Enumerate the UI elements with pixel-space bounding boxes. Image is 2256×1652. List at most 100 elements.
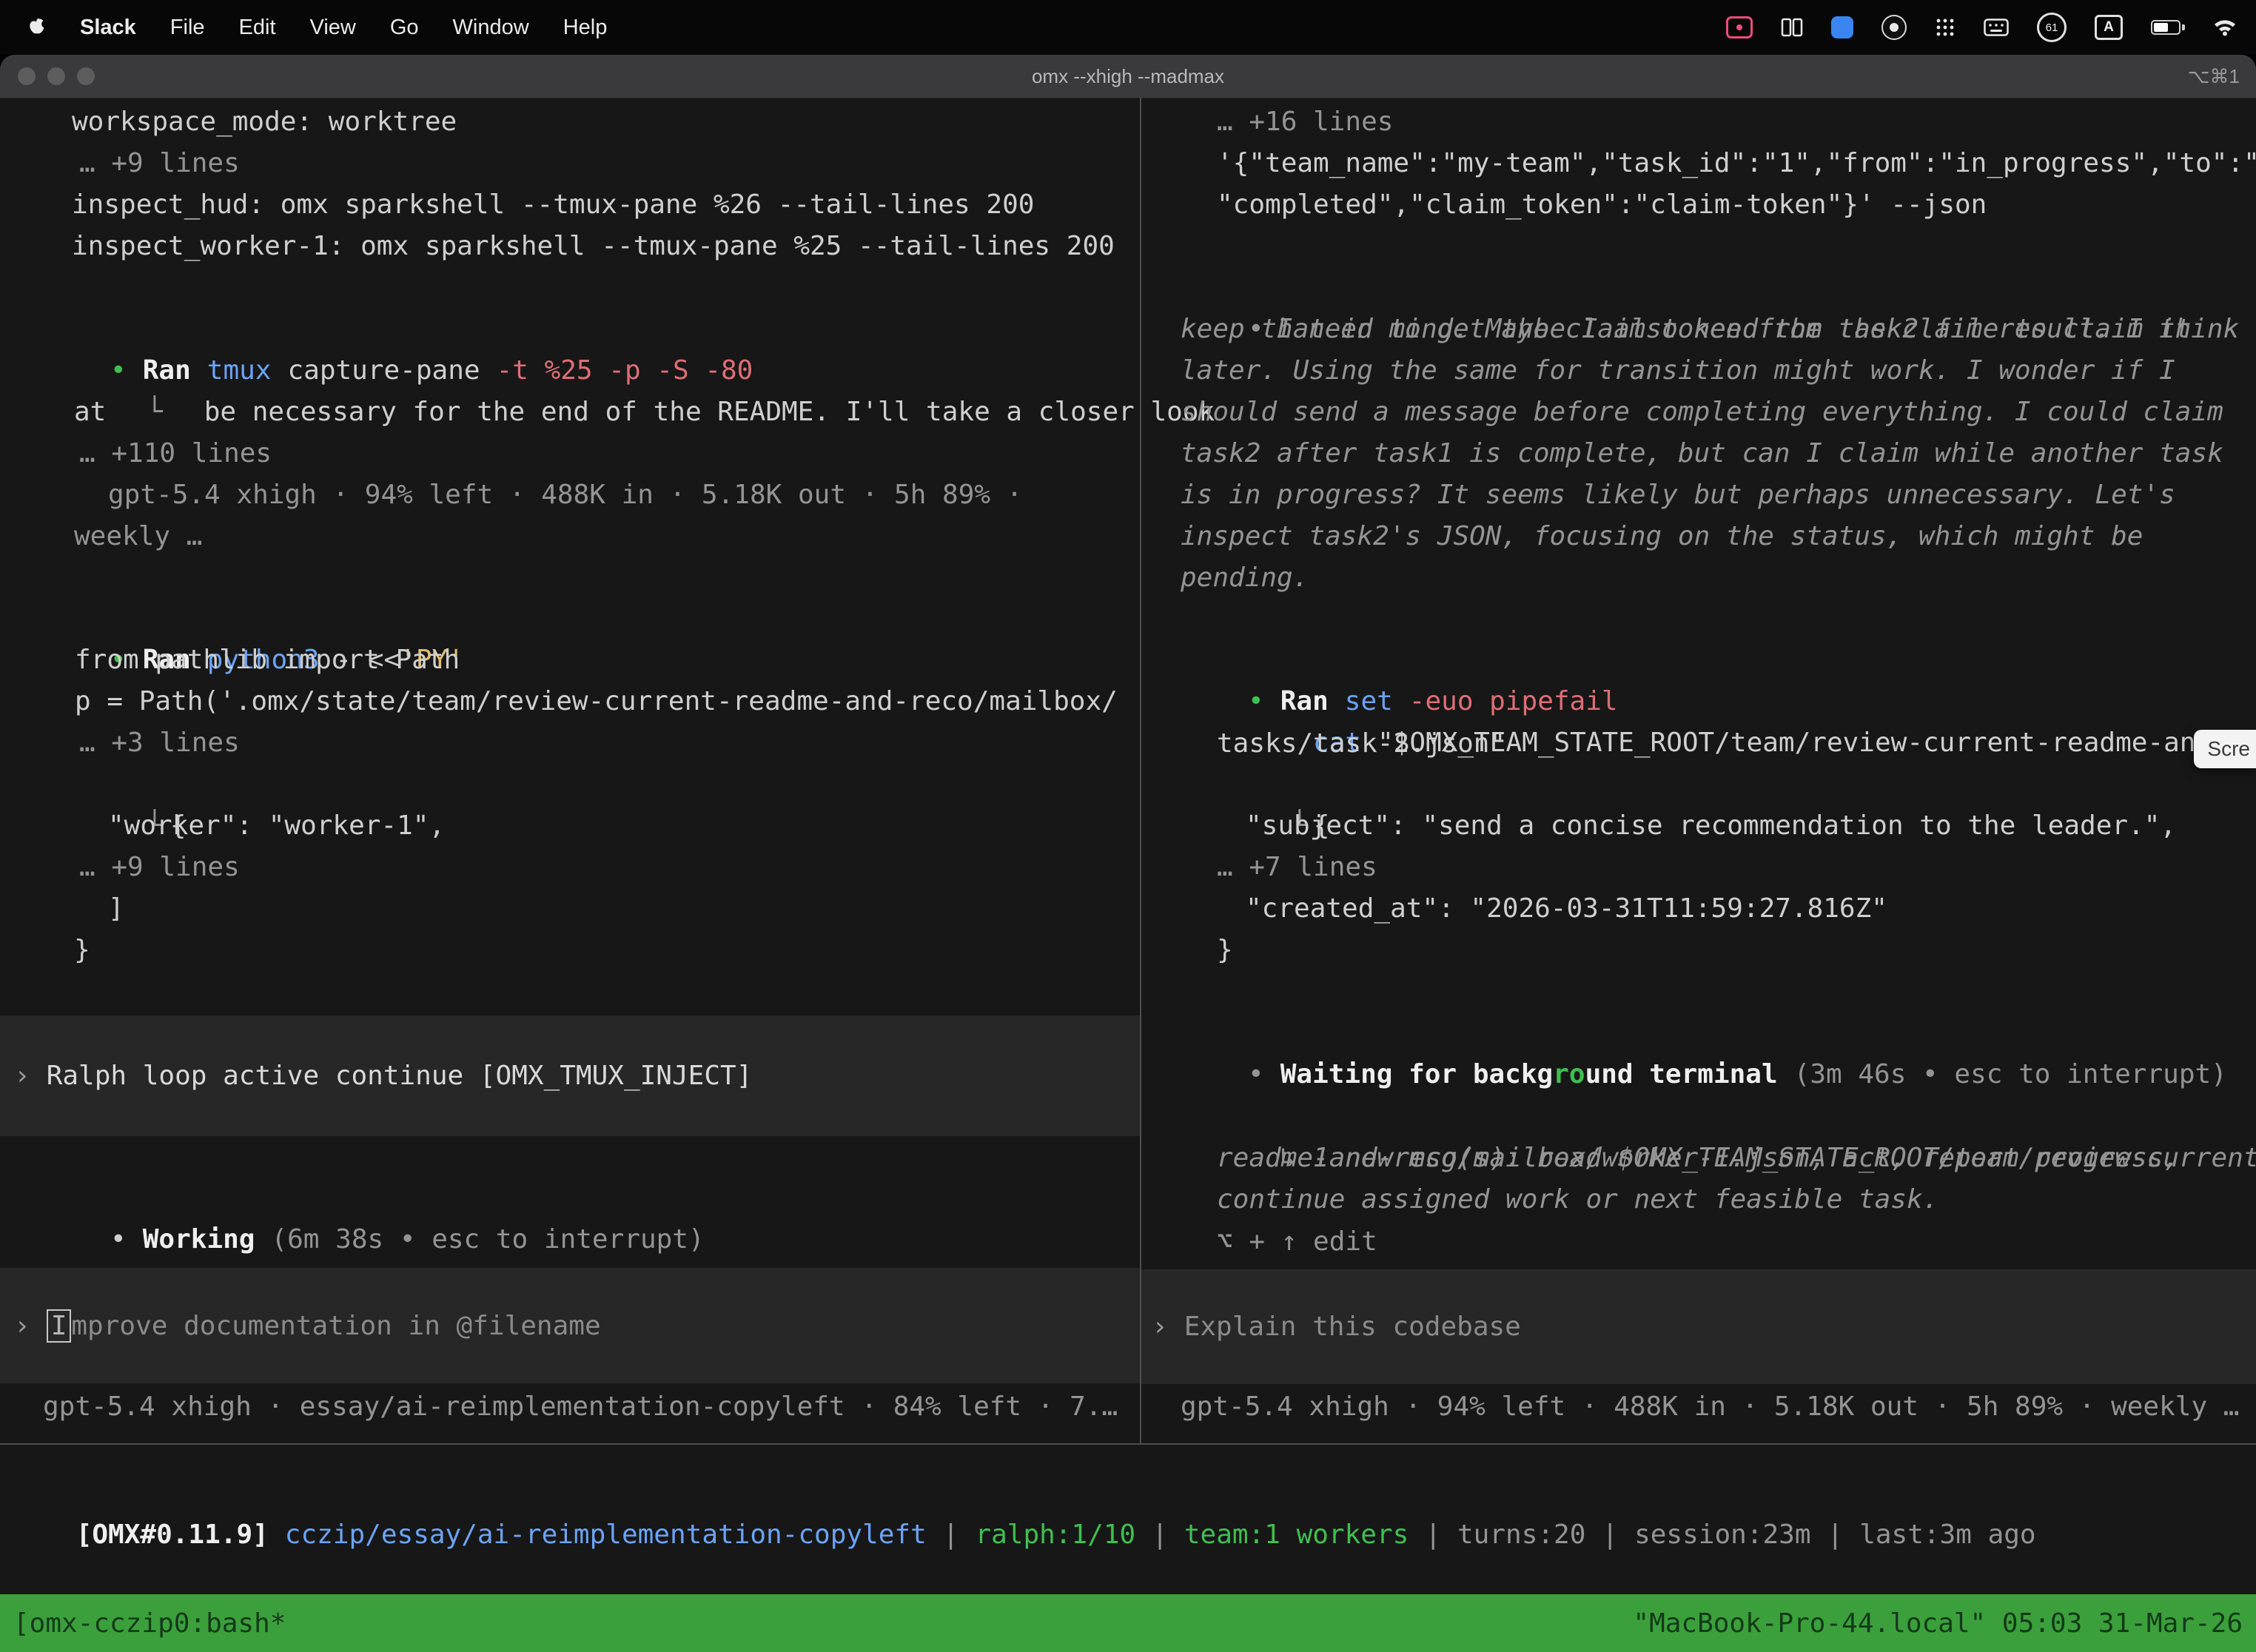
prompt-placeholder-text: Explain this codebase bbox=[1184, 1312, 1521, 1342]
collapsed-text: … +9 lines bbox=[79, 852, 240, 882]
menu-item-view[interactable]: View bbox=[310, 16, 356, 40]
config-text: workspace_mode: worktree bbox=[72, 107, 457, 137]
command-output-line: └be necessary for the end of the README.… bbox=[50, 350, 1215, 392]
thinking-text: pending. bbox=[1181, 563, 1309, 593]
json-output-line: "created_at": "2026-03-31T11:59:27.816Z" bbox=[1246, 888, 1887, 930]
battery-icon[interactable] bbox=[2151, 20, 2185, 35]
left-terminal-pane[interactable]: workspace_mode: worktree … +9 lines insp… bbox=[0, 98, 1140, 1443]
prompt-input[interactable]: › Improve documentation in @filename bbox=[0, 1268, 1140, 1383]
battery-percent-value: 61 bbox=[2046, 21, 2058, 34]
blue-app-icon[interactable] bbox=[1831, 16, 1853, 38]
recording-dot-icon bbox=[1736, 24, 1742, 30]
apple-menu-icon[interactable] bbox=[27, 16, 46, 38]
code-line: p = Path('.omx/state/team/review-current… bbox=[75, 681, 1118, 722]
clipped-tooltip: Scre bbox=[2194, 730, 2256, 768]
separator: | bbox=[1425, 1520, 1441, 1550]
usage-text: gpt-5.4 xhigh · 94% left · 488K in · 5.1… bbox=[108, 480, 1022, 510]
battery-percent-badge[interactable]: 61 bbox=[2037, 13, 2067, 42]
collapsed-text: … +9 lines bbox=[79, 148, 240, 178]
command-arg-line: '{"team_name":"my-team","task_id":"1","f… bbox=[1217, 143, 2256, 184]
input-source-icon[interactable]: A bbox=[2095, 15, 2123, 40]
dots-grid-icon[interactable] bbox=[1935, 17, 1955, 38]
collapsed-lines-indicator: … +3 lines bbox=[79, 722, 240, 764]
collapsed-lines-indicator: … +110 lines bbox=[79, 433, 272, 474]
keyboard-icon[interactable] bbox=[1984, 19, 2009, 36]
json-text: } bbox=[1217, 935, 1233, 965]
command-line: cat"$OMX_TEAM_STATE_ROOT/team/review-cur… bbox=[1217, 681, 2256, 722]
window-grid-icon[interactable] bbox=[1781, 18, 1803, 37]
collapsed-lines-indicator: … +16 lines bbox=[1217, 101, 1393, 143]
collapsed-text: … +16 lines bbox=[1217, 107, 1393, 137]
wifi-icon[interactable] bbox=[2213, 19, 2237, 36]
thinking-text: task2 after task1 is complete, but can I… bbox=[1181, 438, 2223, 469]
minimize-button[interactable] bbox=[47, 67, 65, 85]
prompt-placeholder-text: mprove documentation in @filename bbox=[71, 1311, 600, 1341]
command-output-line: at bbox=[74, 392, 106, 433]
model-status-line: gpt-5.4 xhigh · essay/ai-reimplementatio… bbox=[43, 1386, 1118, 1428]
text-cursor: I bbox=[47, 1309, 72, 1343]
waiting-label: und terminal bbox=[1585, 1059, 1778, 1089]
separator: | bbox=[1602, 1520, 1618, 1550]
inject-banner-text: Ralph loop active continue [OMX_TMUX_INJ… bbox=[47, 1061, 753, 1091]
prompt-chevron-icon: › bbox=[14, 1061, 30, 1091]
tmux-host-clock: "MacBook-Pro-44.local" 05:03 31-Mar-26 bbox=[1633, 1608, 2243, 1639]
json-output-line: ] bbox=[108, 888, 124, 930]
dark-app-icon[interactable] bbox=[1881, 15, 1907, 40]
collapsed-text: … +7 lines bbox=[1217, 852, 1377, 882]
thinking-line: should send a message before completing … bbox=[1181, 392, 2223, 433]
separator: | bbox=[1152, 1520, 1168, 1550]
menu-app-name[interactable]: Slack bbox=[80, 16, 136, 40]
menu-item-help[interactable]: Help bbox=[563, 16, 608, 40]
waiting-status: •Waiting for background terminal(3m 46s … bbox=[1152, 1013, 2227, 1054]
turns-counter: turns:20 bbox=[1457, 1520, 1585, 1550]
command-arg-text: "completed","claim_token":"claim-token"}… bbox=[1217, 189, 1987, 220]
window-titlebar[interactable]: omx --xhigh --madmax ⌥⌘1 bbox=[0, 55, 2256, 98]
menu-bar: Slack File Edit View Go Window Help 61 A bbox=[0, 0, 2256, 55]
collapsed-lines-indicator: … +9 lines bbox=[79, 847, 240, 888]
mailbox-text: readme-and-reco/mailbox/worker-1.json, a… bbox=[1217, 1143, 2179, 1173]
code-text: from pathlib import Path bbox=[75, 645, 460, 675]
edit-hint: ⌥ + ↑ edit bbox=[1217, 1221, 1377, 1263]
collapsed-lines-indicator: … +9 lines bbox=[79, 143, 240, 184]
separator: | bbox=[943, 1520, 959, 1550]
close-button[interactable] bbox=[18, 67, 36, 85]
pane-divider[interactable] bbox=[1140, 98, 1141, 1443]
menu-item-file[interactable]: File bbox=[170, 16, 205, 40]
json-output-line: } bbox=[1217, 930, 1233, 971]
menu-item-window[interactable]: Window bbox=[453, 16, 529, 40]
ralph-counter: ralph:1/10 bbox=[975, 1520, 1135, 1550]
zoom-button[interactable] bbox=[77, 67, 95, 85]
json-output-line: } bbox=[74, 930, 90, 971]
command-output-line: └{ bbox=[50, 764, 186, 805]
thinking-text: is in progress? It seems likely but perh… bbox=[1181, 480, 2175, 510]
prompt-input[interactable]: › Explain this codebase bbox=[1141, 1269, 2256, 1384]
separator: | bbox=[1827, 1520, 1844, 1550]
json-text: "worker": "worker-1", bbox=[108, 810, 445, 841]
bullet-icon: • bbox=[1248, 1059, 1264, 1089]
thinking-line: •I need to get the claim token from the … bbox=[1152, 267, 2256, 309]
screen-recording-icon[interactable] bbox=[1726, 16, 1753, 38]
last-activity: last:3m ago bbox=[1859, 1520, 2035, 1550]
terminal-window: omx --xhigh --madmax ⌥⌘1 workspace_mode:… bbox=[0, 55, 2256, 1652]
status-divider bbox=[0, 1443, 2256, 1445]
mailbox-text: continue assigned work or next feasible … bbox=[1217, 1184, 1938, 1215]
prompt-chevron-icon: › bbox=[14, 1311, 30, 1341]
bullet-icon: • bbox=[110, 1224, 127, 1255]
tmux-session-window: [omx-cczip0:bash* bbox=[13, 1608, 286, 1639]
menu-item-edit[interactable]: Edit bbox=[239, 16, 276, 40]
collapsed-lines-indicator: … +7 lines bbox=[1217, 847, 1377, 888]
output-corner-icon: └ bbox=[147, 397, 163, 427]
waiting-label-shimmer: ro bbox=[1553, 1059, 1585, 1089]
thinking-line: is in progress? It seems likely but perh… bbox=[1181, 474, 2175, 516]
right-terminal-pane[interactable]: … +16 lines '{"team_name":"my-team","tas… bbox=[1141, 98, 2256, 1443]
menu-item-go[interactable]: Go bbox=[390, 16, 419, 40]
model-status-text: gpt-5.4 xhigh · essay/ai-reimplementatio… bbox=[43, 1391, 1118, 1422]
session-time: session:23m bbox=[1634, 1520, 1810, 1550]
omx-branch-path: cczip/essay/ai-reimplementation-copyleft bbox=[285, 1520, 927, 1550]
output-text: at bbox=[74, 397, 106, 427]
mailbox-message-line: ↳1 new msg(s): read $OMX_TEAM_STATE_ROOT… bbox=[1184, 1096, 2256, 1138]
prompt-chevron-icon: › bbox=[1152, 1312, 1168, 1342]
collapsed-text: … +3 lines bbox=[79, 728, 240, 758]
inject-banner[interactable]: › Ralph loop active continue [OMX_TMUX_IN… bbox=[0, 1015, 1140, 1136]
command-output-line: └{ bbox=[1195, 764, 1329, 805]
